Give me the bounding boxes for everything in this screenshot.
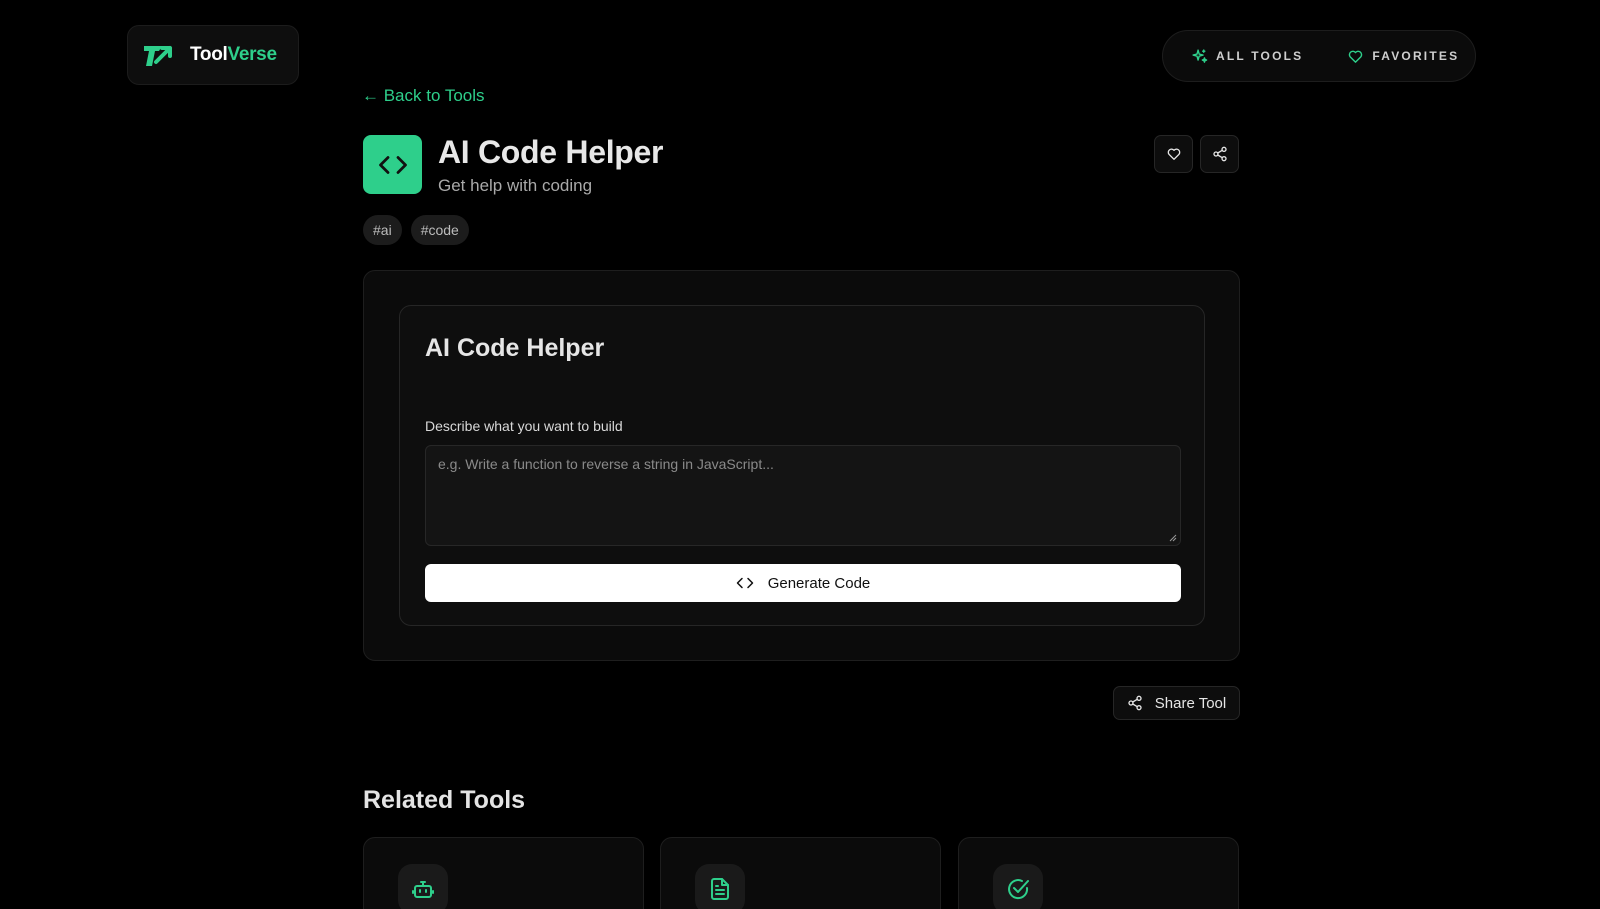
tag-list: #ai #code [363, 215, 469, 245]
heart-icon [1349, 50, 1363, 63]
top-nav: ALL TOOLS FAVORITES [1162, 30, 1476, 82]
robot-icon [412, 881, 434, 898]
resize-handle-icon[interactable] [1169, 534, 1177, 542]
prompt-textarea[interactable] [425, 445, 1181, 546]
tag[interactable]: #ai [363, 215, 402, 245]
favorite-button[interactable] [1154, 135, 1193, 173]
page-subtitle: Get help with coding [438, 176, 593, 195]
prompt-label: Describe what you want to build [425, 418, 623, 434]
generate-code-button[interactable]: Generate Code [425, 564, 1181, 602]
logo[interactable]: ToolVerse [127, 25, 299, 85]
tool-icon-box [363, 135, 422, 194]
related-tool-icon-box [695, 864, 745, 909]
logo-text-part1: Tool [190, 44, 228, 65]
share-button[interactable] [1200, 135, 1239, 173]
nav-favorites-label: FAVORITES [1372, 49, 1460, 63]
page-title: AI Code Helper [438, 134, 664, 170]
share-icon [1128, 695, 1142, 711]
related-tool-card[interactable] [660, 837, 941, 909]
share-icon [1212, 146, 1227, 162]
code-icon [378, 155, 407, 174]
nav-all-tools[interactable]: ALL TOOLS [1191, 48, 1303, 65]
toolverse-logo-icon [144, 46, 172, 66]
document-icon [711, 878, 729, 900]
heart-icon [1167, 148, 1180, 160]
related-tool-card[interactable] [958, 837, 1239, 909]
nav-favorites[interactable]: FAVORITES [1347, 48, 1459, 65]
related-tools-title: Related Tools [363, 786, 526, 814]
generate-code-label: Generate Code [767, 574, 871, 592]
share-tool-button[interactable]: Share Tool [1113, 686, 1240, 720]
related-tool-card[interactable] [363, 837, 644, 909]
form-title: AI Code Helper [425, 334, 605, 362]
tool-container: AI Code Helper Describe what you want to… [363, 270, 1240, 661]
logo-text-part2: Verse [227, 44, 278, 65]
related-tool-icon-box [398, 864, 448, 909]
tool-form-card: AI Code Helper Describe what you want to… [399, 305, 1205, 626]
back-to-tools-link[interactable]: ← Back to Tools [362, 86, 485, 106]
check-circle-icon [1008, 879, 1029, 900]
share-tool-label: Share Tool [1154, 694, 1227, 712]
related-tool-icon-box [993, 864, 1043, 909]
sparkles-icon [1192, 48, 1208, 63]
nav-all-tools-label: ALL TOOLS [1216, 49, 1304, 63]
tag[interactable]: #code [410, 215, 469, 245]
logo-text: ToolVerse [190, 44, 277, 66]
code-icon [736, 577, 753, 589]
